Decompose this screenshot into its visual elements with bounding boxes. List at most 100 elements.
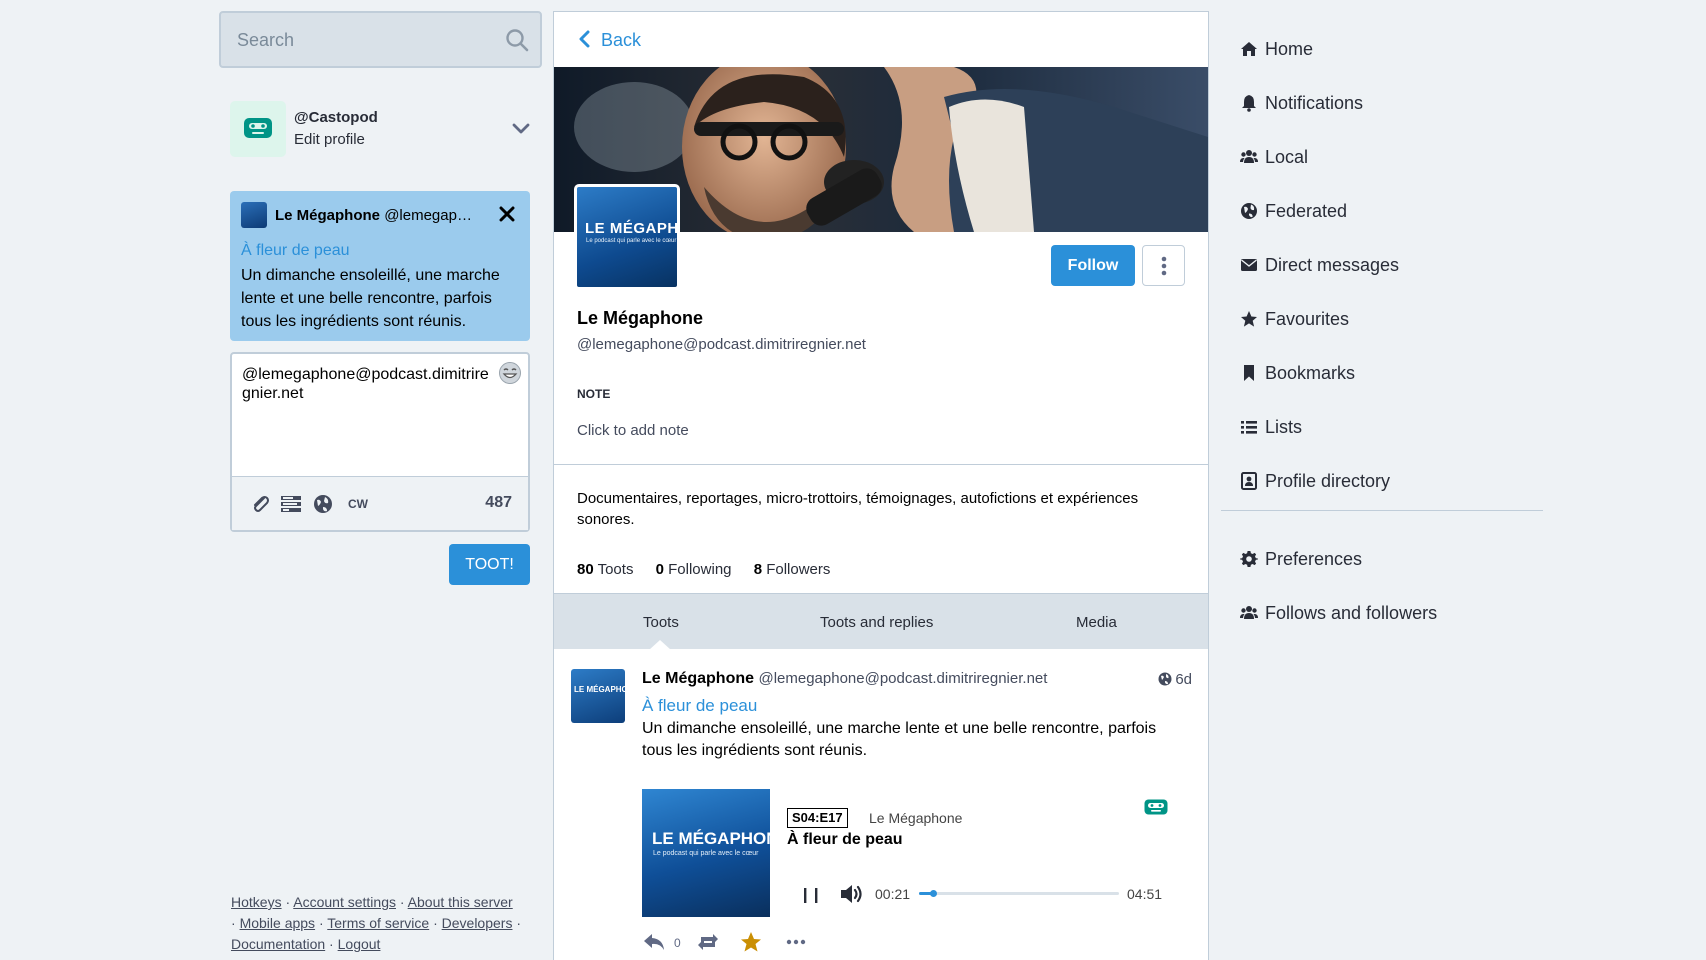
content-warning-button[interactable]: CW: [348, 497, 368, 511]
reply-text: Un dimanche ensoleillé, une marche lente…: [241, 267, 500, 330]
toots-count-link[interactable]: 80 Toots: [577, 561, 633, 578]
footer-link-mobile-apps[interactable]: Mobile apps: [240, 915, 316, 931]
gear-icon: [1240, 551, 1258, 567]
paperclip-icon[interactable]: [250, 494, 272, 514]
toot-button[interactable]: TOOT!: [449, 544, 530, 585]
more-options-button[interactable]: [1142, 245, 1185, 286]
cover-title: LE MÉGAPHONE: [652, 829, 770, 848]
close-icon[interactable]: [498, 205, 516, 223]
edit-profile-link[interactable]: Edit profile: [294, 131, 365, 148]
progress-handle[interactable]: [930, 890, 937, 897]
nav-item-bookmarks[interactable]: Bookmarks: [1219, 352, 1544, 394]
emoji-picker-icon[interactable]: [498, 361, 522, 385]
cover-subtitle: Le podcast qui parle avec le cœur: [653, 850, 759, 857]
compose-form: @lemegaphone@podcast.dimitriregnier.net: [230, 352, 530, 532]
globe-icon: [1158, 672, 1172, 686]
envelope-icon: [1241, 259, 1257, 271]
nav-item-local[interactable]: Local: [1219, 136, 1544, 178]
compose-toolbar: CW 487: [232, 476, 528, 530]
ellipsis-icon[interactable]: [786, 931, 806, 953]
nav-item-notifications[interactable]: Notifications: [1219, 82, 1544, 124]
footer-link-terms[interactable]: Terms of service: [327, 915, 429, 931]
nav-label: Notifications: [1265, 93, 1364, 113]
compose-textarea[interactable]: @lemegaphone@podcast.dimitriregnier.net: [242, 365, 492, 465]
status-episode-link[interactable]: À fleur de peau: [642, 696, 757, 716]
reply-icon[interactable]: [642, 931, 668, 953]
nav-label: Lists: [1265, 417, 1303, 437]
bookmark-icon: [1244, 365, 1254, 381]
footer-link-hotkeys[interactable]: Hotkeys: [231, 894, 282, 910]
profile-bio: Documentaires, reportages, micro-trottoi…: [577, 490, 1139, 528]
following-count-link[interactable]: 0 Following: [656, 561, 732, 578]
tab-toots-and-replies[interactable]: Toots and replies: [820, 614, 933, 631]
nav-item-home[interactable]: Home: [1219, 28, 1544, 70]
nav-label: Follows and followers: [1265, 603, 1438, 623]
footer-link-logout[interactable]: Logout: [338, 936, 381, 952]
note-input[interactable]: Click to add note: [577, 422, 689, 439]
footer-links: Hotkeys · Account settings · About this …: [231, 894, 522, 952]
chevron-down-icon[interactable]: [509, 119, 533, 139]
nav-label: Local: [1265, 147, 1309, 167]
home-icon: [1241, 42, 1257, 56]
globe-icon[interactable]: [312, 494, 334, 514]
castopod-logo-icon: [244, 118, 272, 138]
nav-item-preferences[interactable]: Preferences: [1219, 538, 1544, 580]
status-avatar-text: LE MÉGAPHONE: [574, 685, 625, 694]
nav-item-follows-and-followers[interactable]: Follows and followers: [1219, 592, 1544, 634]
nav-label: Federated: [1265, 201, 1348, 221]
profile-acct: @lemegaphone@podcast.dimitriregnier.net: [577, 336, 866, 353]
follow-button[interactable]: Follow: [1051, 245, 1135, 286]
nav-item-lists[interactable]: Lists: [1219, 406, 1544, 448]
reply-indicator: Le Mégaphone @lemegap… À fleur de peau U…: [230, 191, 530, 341]
tab-media[interactable]: Media: [1076, 614, 1117, 631]
account-avatar[interactable]: [230, 101, 286, 157]
volume-icon[interactable]: [839, 882, 865, 906]
progress-slider[interactable]: [919, 890, 1119, 897]
column-back-bar[interactable]: Back: [554, 12, 1208, 67]
reply-display-name: Le Mégaphone: [275, 207, 381, 224]
current-account: @Castopod Edit profile: [230, 101, 533, 157]
nav-item-profile-directory[interactable]: Profile directory: [1219, 460, 1544, 502]
nav-item-favourites[interactable]: Favourites: [1219, 298, 1544, 340]
following-count: 0: [655, 561, 664, 578]
status-author[interactable]: Le Mégaphone @lemegaphone@podcast.dimitr…: [642, 670, 1047, 688]
show-name: Le Mégaphone: [869, 810, 963, 826]
followers-label: Followers: [766, 561, 831, 578]
back-button[interactable]: Back: [601, 30, 641, 51]
status-avatar[interactable]: LE MÉGAPHONE: [571, 669, 625, 723]
reply-avatar: [241, 202, 267, 228]
followers-count-link[interactable]: 8 Followers: [754, 561, 831, 578]
status-action-bar: 0: [642, 927, 942, 957]
nav-item-direct-messages[interactable]: Direct messages: [1219, 244, 1544, 286]
following-label: Following: [668, 561, 732, 578]
status-acct: @lemegaphone@podcast.dimitriregnier.net: [758, 670, 1048, 687]
compose-column: @Castopod Edit profile Le Mégaphone @lem…: [219, 11, 542, 960]
episode-cover: LE MÉGAPHONE Le podcast qui parle avec l…: [642, 789, 770, 917]
footer-link-developers[interactable]: Developers: [442, 915, 513, 931]
current-time: 00:21: [875, 886, 911, 902]
status-timestamp[interactable]: 6d: [1158, 671, 1192, 688]
search-icon[interactable]: [504, 27, 530, 53]
pause-icon[interactable]: [800, 884, 822, 906]
search-box: [219, 11, 542, 68]
poll-icon[interactable]: [280, 494, 302, 514]
footer-link-about[interactable]: About this server: [408, 894, 513, 910]
profile-avatar[interactable]: LE MÉGAPHONE Le podcast qui parle avec l…: [574, 184, 680, 290]
footer-link-documentation[interactable]: Documentation: [231, 936, 325, 952]
ellipsis-vertical-icon: [1161, 256, 1167, 276]
toots-count: 80: [577, 561, 594, 578]
star-icon[interactable]: [740, 931, 762, 953]
toots-label: Toots: [597, 561, 634, 578]
nav-label: Favourites: [1265, 309, 1350, 329]
reply-episode-link[interactable]: À fleur de peau: [241, 242, 350, 260]
list-icon: [1241, 421, 1257, 434]
status-display-name: Le Mégaphone: [642, 670, 755, 687]
tab-toots[interactable]: Toots: [643, 614, 679, 631]
divider: [554, 464, 1208, 465]
status-item[interactable]: LE MÉGAPHONE Le Mégaphone @lemegaphone@p…: [554, 649, 1208, 960]
nav-item-federated[interactable]: Federated: [1219, 190, 1544, 232]
podcast-player: LE MÉGAPHONE Le podcast qui parle avec l…: [642, 789, 1182, 919]
boost-icon[interactable]: [696, 931, 720, 953]
footer-link-account-settings[interactable]: Account settings: [293, 894, 396, 910]
search-input[interactable]: [237, 26, 497, 54]
